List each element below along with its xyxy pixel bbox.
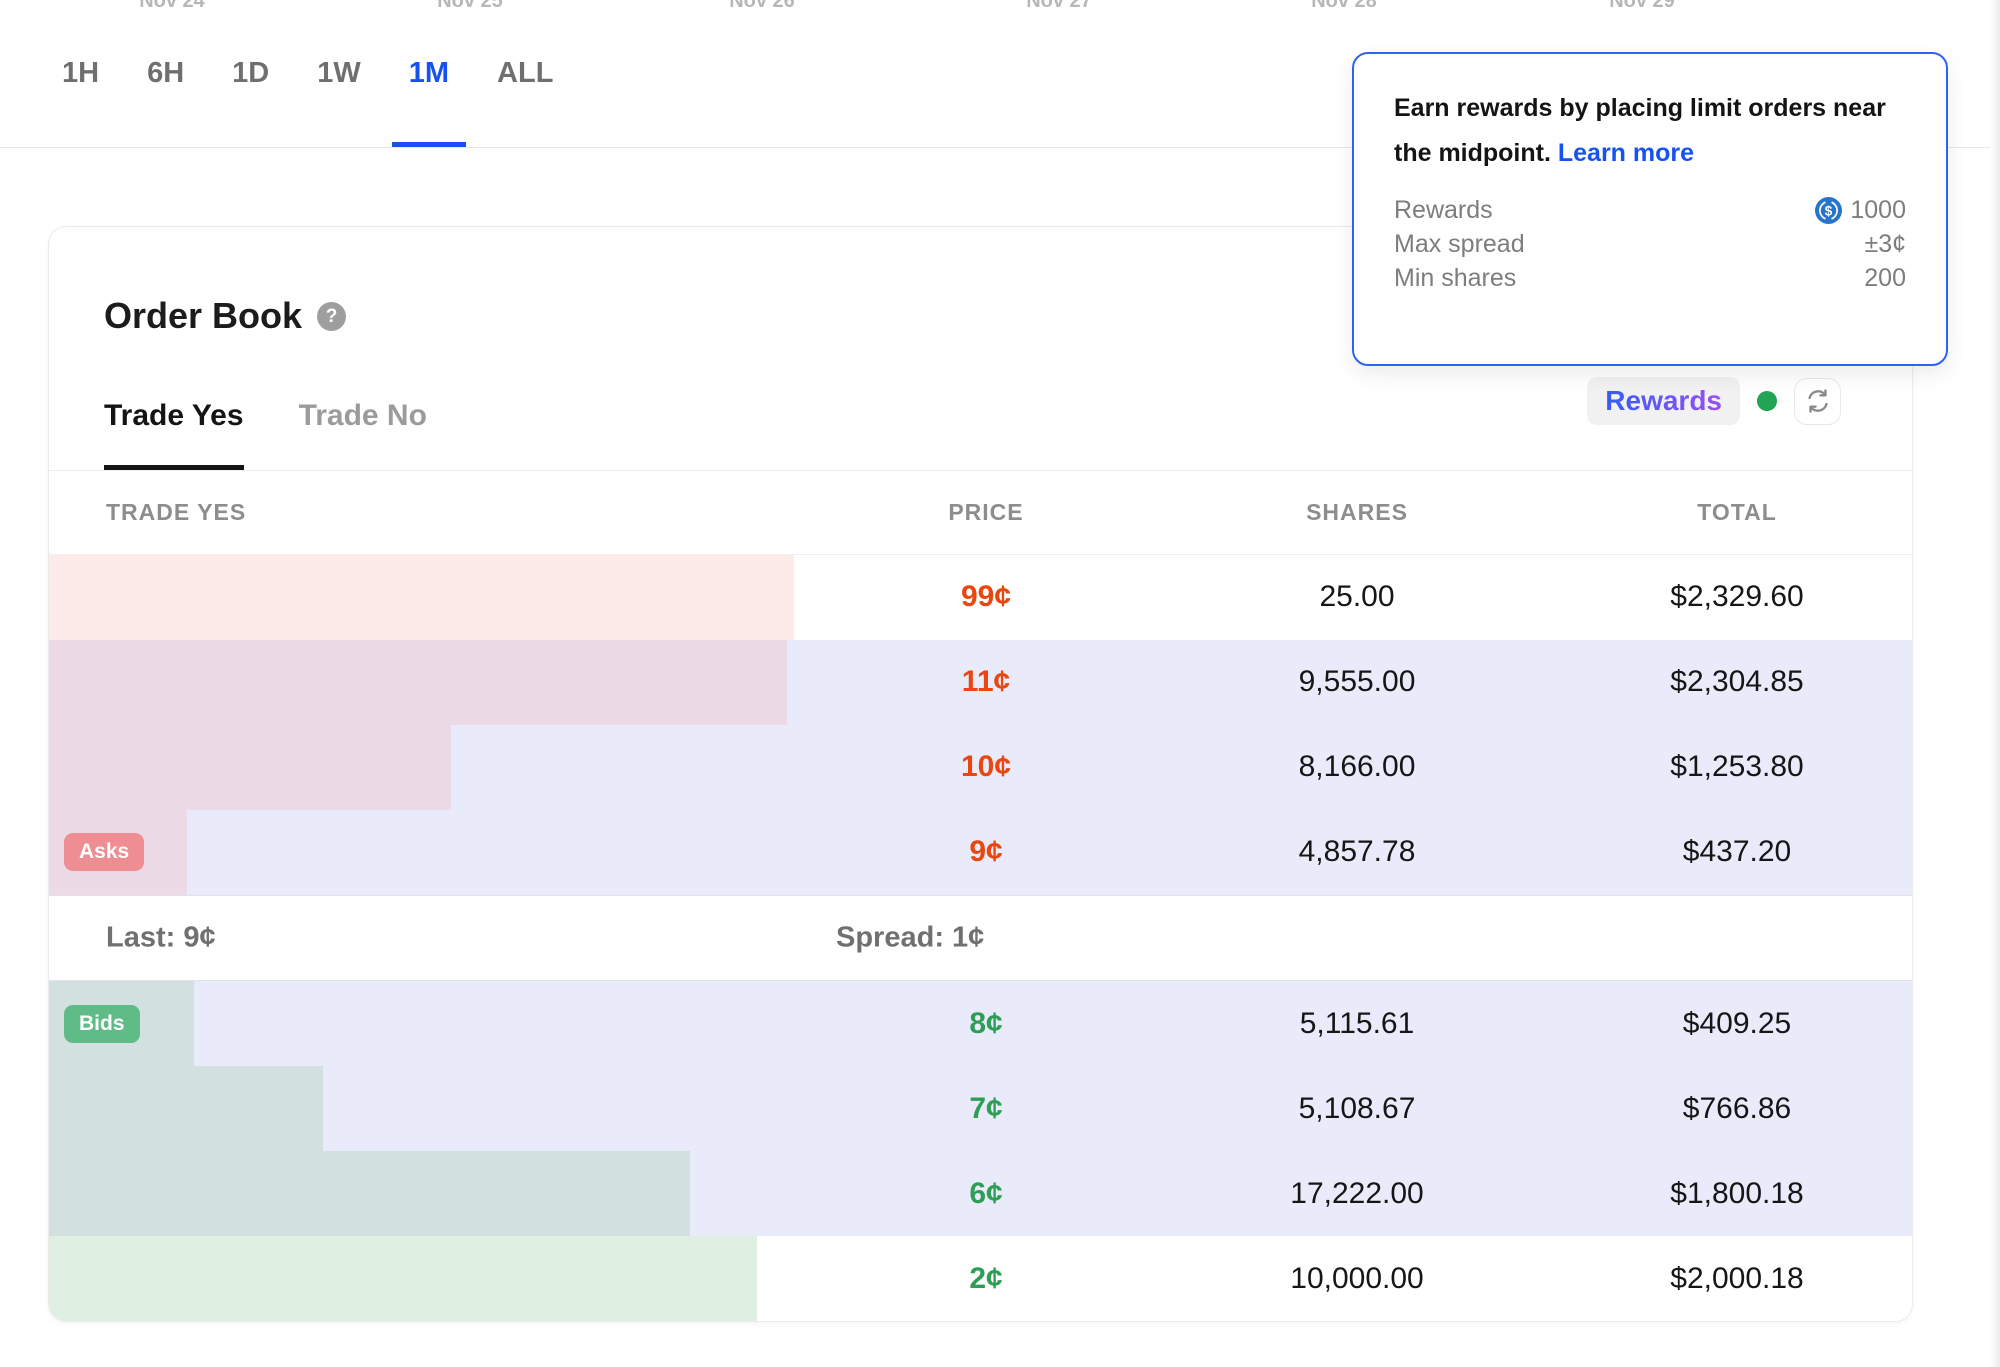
popover-value: 1000 xyxy=(1850,193,1906,227)
total-cell: $1,253.80 xyxy=(1637,750,1837,784)
usdc-coin-icon: $ xyxy=(1815,197,1842,224)
total-cell: $409.25 xyxy=(1637,1007,1837,1041)
depth-bar xyxy=(49,1066,323,1151)
depth-bar xyxy=(49,725,451,810)
tab-trade-no[interactable]: Trade No xyxy=(299,399,427,470)
order-book-card: Order Book ? Rewards Trade Yes Trade No … xyxy=(48,226,1913,1322)
time-button-1h[interactable]: 1H xyxy=(62,57,99,90)
depth-bar xyxy=(49,1151,690,1236)
spread-row: Last: 9¢ Spread: 1¢ xyxy=(49,895,1912,982)
total-cell: $2,000.18 xyxy=(1637,1262,1837,1296)
column-header-total: TOTAL xyxy=(1637,471,1837,554)
shares-cell: 9,555.00 xyxy=(1257,665,1457,699)
column-header-trade-yes: TRADE YES xyxy=(106,471,246,554)
shares-cell: 5,115.61 xyxy=(1257,1007,1457,1041)
order-book-row[interactable]: Bids 8¢ 5,115.61 $409.25 xyxy=(49,981,1912,1066)
order-book-row[interactable]: 2¢ 10,000.00 $2,000.18 xyxy=(49,1236,1912,1321)
time-button-all[interactable]: ALL xyxy=(497,57,553,90)
time-button-1w[interactable]: 1W xyxy=(317,57,361,90)
question-mark-icon[interactable]: ? xyxy=(317,302,346,331)
popover-value: 200 xyxy=(1864,261,1906,295)
rewards-badge-label: Rewards xyxy=(1605,385,1722,416)
shares-cell: 4,857.78 xyxy=(1257,835,1457,869)
total-cell: $2,329.60 xyxy=(1637,580,1837,614)
price-cell: 9¢ xyxy=(886,835,1086,869)
column-header-shares: SHARES xyxy=(1257,471,1457,554)
shares-cell: 10,000.00 xyxy=(1257,1262,1457,1296)
total-cell: $766.86 xyxy=(1637,1092,1837,1126)
popover-row-min-shares: Min shares 200 xyxy=(1394,261,1906,295)
order-book-row[interactable]: 7¢ 5,108.67 $766.86 xyxy=(49,1066,1912,1151)
order-book-row[interactable]: 99¢ 25.00 $2,329.60 xyxy=(49,555,1912,640)
price-cell: 10¢ xyxy=(886,750,1086,784)
total-cell: $1,800.18 xyxy=(1637,1177,1837,1211)
column-header-price: PRICE xyxy=(886,471,1086,554)
last-price-label: Last: 9¢ xyxy=(106,922,216,955)
svg-text:$: $ xyxy=(1825,203,1833,218)
depth-bar xyxy=(49,640,787,725)
total-cell: $437.20 xyxy=(1637,835,1837,869)
rewards-badge[interactable]: Rewards xyxy=(1587,377,1740,425)
order-book-rows: 99¢ 25.00 $2,329.60 11¢ 9,555.00 $2,304.… xyxy=(49,554,1912,1321)
popover-row-max-spread: Max spread ±3¢ xyxy=(1394,227,1906,261)
time-button-1d[interactable]: 1D xyxy=(232,57,269,90)
side-pill: Asks xyxy=(64,833,144,871)
axis-tick-label: Nov 26 xyxy=(697,0,827,13)
total-cell: $2,304.85 xyxy=(1637,665,1837,699)
popover-value: ±3¢ xyxy=(1864,227,1906,261)
order-book-row[interactable]: Asks 9¢ 4,857.78 $437.20 xyxy=(49,810,1912,895)
price-cell: 6¢ xyxy=(886,1177,1086,1211)
axis-tick-label: Nov 27 xyxy=(994,0,1124,13)
order-book-row[interactable]: 6¢ 17,222.00 $1,800.18 xyxy=(49,1151,1912,1236)
popover-label: Min shares xyxy=(1394,261,1516,295)
table-header: TRADE YES PRICE SHARES TOTAL xyxy=(49,471,1912,554)
order-book-row[interactable]: 10¢ 8,166.00 $1,253.80 xyxy=(49,725,1912,810)
time-range-selector: 1H 6H 1D 1W 1M ALL xyxy=(62,57,553,90)
page-edge-shadow xyxy=(1990,0,2000,1367)
order-book-row[interactable]: 11¢ 9,555.00 $2,304.85 xyxy=(49,640,1912,725)
spread-label: Spread: 1¢ xyxy=(836,922,984,955)
rewards-popover: Earn rewards by placing limit orders nea… xyxy=(1352,52,1948,366)
time-button-1m[interactable]: 1M xyxy=(409,57,449,90)
learn-more-link[interactable]: Learn more xyxy=(1558,139,1694,167)
popover-label: Rewards xyxy=(1394,193,1493,227)
refresh-button[interactable] xyxy=(1794,378,1841,425)
order-book-tabs: Trade Yes Trade No xyxy=(104,399,427,470)
price-cell: 2¢ xyxy=(886,1262,1086,1296)
price-cell: 99¢ xyxy=(886,580,1086,614)
shares-cell: 17,222.00 xyxy=(1257,1177,1457,1211)
status-dot xyxy=(1757,391,1777,411)
axis-tick-label: Nov 29 xyxy=(1577,0,1707,13)
axis-tick-label: Nov 24 xyxy=(107,0,237,13)
axis-tick-label: Nov 28 xyxy=(1279,0,1409,13)
price-cell: 8¢ xyxy=(886,1007,1086,1041)
page-title: Order Book xyxy=(104,295,302,337)
time-button-6h[interactable]: 6H xyxy=(147,57,184,90)
refresh-icon xyxy=(1805,388,1831,414)
depth-bar xyxy=(49,555,794,640)
shares-cell: 25.00 xyxy=(1257,580,1457,614)
popover-label: Max spread xyxy=(1394,227,1525,261)
side-pill: Bids xyxy=(64,1005,140,1043)
axis-tick-label: Nov 25 xyxy=(405,0,535,13)
tab-trade-yes[interactable]: Trade Yes xyxy=(104,399,244,470)
depth-bar xyxy=(49,1236,757,1321)
shares-cell: 5,108.67 xyxy=(1257,1092,1457,1126)
shares-cell: 8,166.00 xyxy=(1257,750,1457,784)
popover-row-rewards: Rewards $ 1000 xyxy=(1394,193,1906,227)
price-cell: 11¢ xyxy=(886,665,1086,699)
price-cell: 7¢ xyxy=(886,1092,1086,1126)
